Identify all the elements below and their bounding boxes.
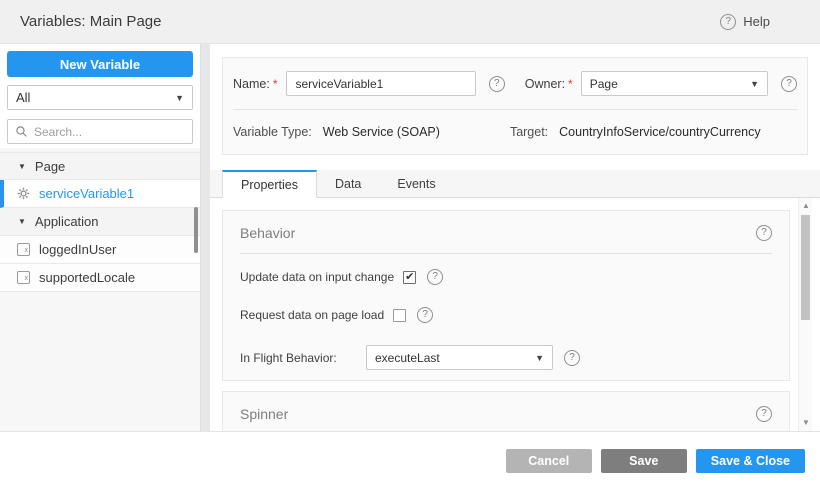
page-title: Variables: Main Page (20, 13, 161, 30)
variables-sidebar: New Variable All ▼ ▼ Page (0, 44, 200, 431)
tab-data[interactable]: Data (317, 170, 379, 197)
request-data-field: Request data on page load ? (240, 307, 772, 323)
spinner-section-header: Spinner ? (223, 392, 789, 431)
owner-value: Page (590, 77, 618, 91)
in-flight-select[interactable]: executeLast ▼ (366, 345, 553, 370)
tab-events[interactable]: Events (379, 170, 453, 197)
owner-label: Owner:* (525, 77, 573, 91)
tree-item-label: supportedLocale (39, 270, 135, 285)
tree-item-supportedlocale[interactable]: x supportedLocale (0, 264, 200, 292)
form-divider (233, 109, 797, 110)
owner-select[interactable]: Page ▼ (581, 71, 768, 96)
name-input[interactable] (286, 71, 476, 96)
behavior-section-title: Behavior (240, 225, 295, 241)
name-label: Name:* (233, 77, 278, 91)
web-service-variable-icon (17, 187, 30, 200)
static-variable-icon: x (17, 271, 30, 284)
request-data-help-icon[interactable]: ? (417, 307, 433, 323)
variable-type-label: Variable Type: (233, 125, 312, 139)
update-data-field: Update data on input change ? (240, 269, 772, 285)
update-data-checkbox[interactable] (403, 271, 416, 284)
in-flight-field: In Flight Behavior: executeLast ▼ ? (240, 345, 772, 370)
editor-tabs: Properties Data Events (210, 170, 820, 198)
required-marker: * (568, 77, 573, 91)
tree-item-label: loggedInUser (39, 242, 116, 257)
owner-help-icon[interactable]: ? (781, 76, 797, 92)
in-flight-label: In Flight Behavior: (240, 351, 366, 365)
variable-editor: Name:* ? Owner:* Page ▼ ? Variable Type:… (210, 44, 820, 431)
chevron-down-icon: ▼ (175, 93, 184, 103)
name-owner-row: Name:* ? Owner:* Page ▼ ? (233, 71, 797, 96)
sidebar-controls: New Variable All ▼ (0, 44, 200, 148)
type-target-row: Variable Type: Web Service (SOAP) Target… (233, 125, 797, 139)
chevron-down-icon: ▼ (535, 353, 544, 363)
help-button[interactable]: ? Help (720, 14, 770, 30)
search-box (7, 119, 193, 144)
dialog-header: Variables: Main Page ? Help (0, 0, 820, 44)
target-group: Target: CountryInfoService/countryCurren… (510, 125, 761, 139)
save-button[interactable]: Save (601, 449, 687, 473)
tree-group-label: Application (35, 214, 99, 229)
target-label: Target: (510, 125, 548, 139)
required-marker: * (273, 77, 278, 91)
in-flight-value: executeLast (375, 351, 440, 365)
behavior-help-icon[interactable]: ? (756, 225, 772, 241)
tree-item-loggedinuser[interactable]: x loggedInUser (0, 236, 200, 264)
update-data-help-icon[interactable]: ? (427, 269, 443, 285)
variables-tree: ▼ Page serviceVariable1 ▼ Application (0, 152, 200, 292)
behavior-fields: Update data on input change ? Request da… (223, 254, 789, 370)
spinner-help-icon[interactable]: ? (756, 406, 772, 422)
tree-item-servicevariable1[interactable]: serviceVariable1 (0, 180, 200, 208)
tree-group-page[interactable]: ▼ Page (0, 152, 200, 180)
name-help-icon[interactable]: ? (489, 76, 505, 92)
in-flight-help-icon[interactable]: ? (564, 350, 580, 366)
cancel-button[interactable]: Cancel (506, 449, 592, 473)
sidebar-divider (200, 44, 210, 431)
target-value: CountryInfoService/countryCurrency (559, 125, 760, 139)
update-data-label: Update data on input change (240, 270, 394, 284)
properties-panel: Behavior ? Update data on input change ?… (210, 198, 798, 431)
behavior-section-header: Behavior ? (223, 211, 789, 253)
footer-buttons: Cancel Save Save & Close (506, 449, 805, 473)
chevron-down-icon: ▼ (750, 79, 759, 89)
variables-dialog: Variables: Main Page ? Help New Variable… (0, 0, 820, 487)
variable-filter-select[interactable]: All ▼ (7, 85, 193, 110)
save-and-close-button[interactable]: Save & Close (696, 449, 805, 473)
variable-filter-value: All (16, 90, 30, 105)
static-variable-icon: x (17, 243, 30, 256)
help-icon: ? (720, 14, 736, 30)
tree-group-label: Page (35, 159, 65, 174)
panel-scrollbar: ▲ ▼ (798, 198, 812, 431)
variable-summary-box: Name:* ? Owner:* Page ▼ ? Variable Type:… (222, 57, 808, 155)
collapse-icon: ▼ (18, 162, 26, 171)
sidebar-scrollbar-thumb[interactable] (194, 207, 198, 253)
request-data-checkbox[interactable] (393, 309, 406, 322)
scroll-up-icon[interactable]: ▲ (799, 200, 813, 212)
new-variable-button[interactable]: New Variable (7, 51, 193, 77)
tree-group-application[interactable]: ▼ Application (0, 208, 200, 236)
spinner-section-title: Spinner (240, 406, 288, 422)
tree-item-label: serviceVariable1 (39, 186, 134, 201)
spinner-section: Spinner ? (222, 391, 790, 431)
scroll-down-icon[interactable]: ▼ (799, 417, 813, 429)
panel-scrollbar-thumb[interactable] (801, 215, 810, 320)
behavior-section: Behavior ? Update data on input change ?… (222, 210, 790, 381)
search-input[interactable] (34, 125, 185, 139)
collapse-icon: ▼ (18, 217, 26, 226)
help-label: Help (743, 14, 770, 29)
variable-type-value: Web Service (SOAP) (323, 125, 440, 139)
dialog-footer: Cancel Save Save & Close (0, 431, 820, 487)
search-icon (15, 125, 28, 138)
request-data-label: Request data on page load (240, 308, 384, 322)
tab-properties[interactable]: Properties (222, 170, 317, 198)
